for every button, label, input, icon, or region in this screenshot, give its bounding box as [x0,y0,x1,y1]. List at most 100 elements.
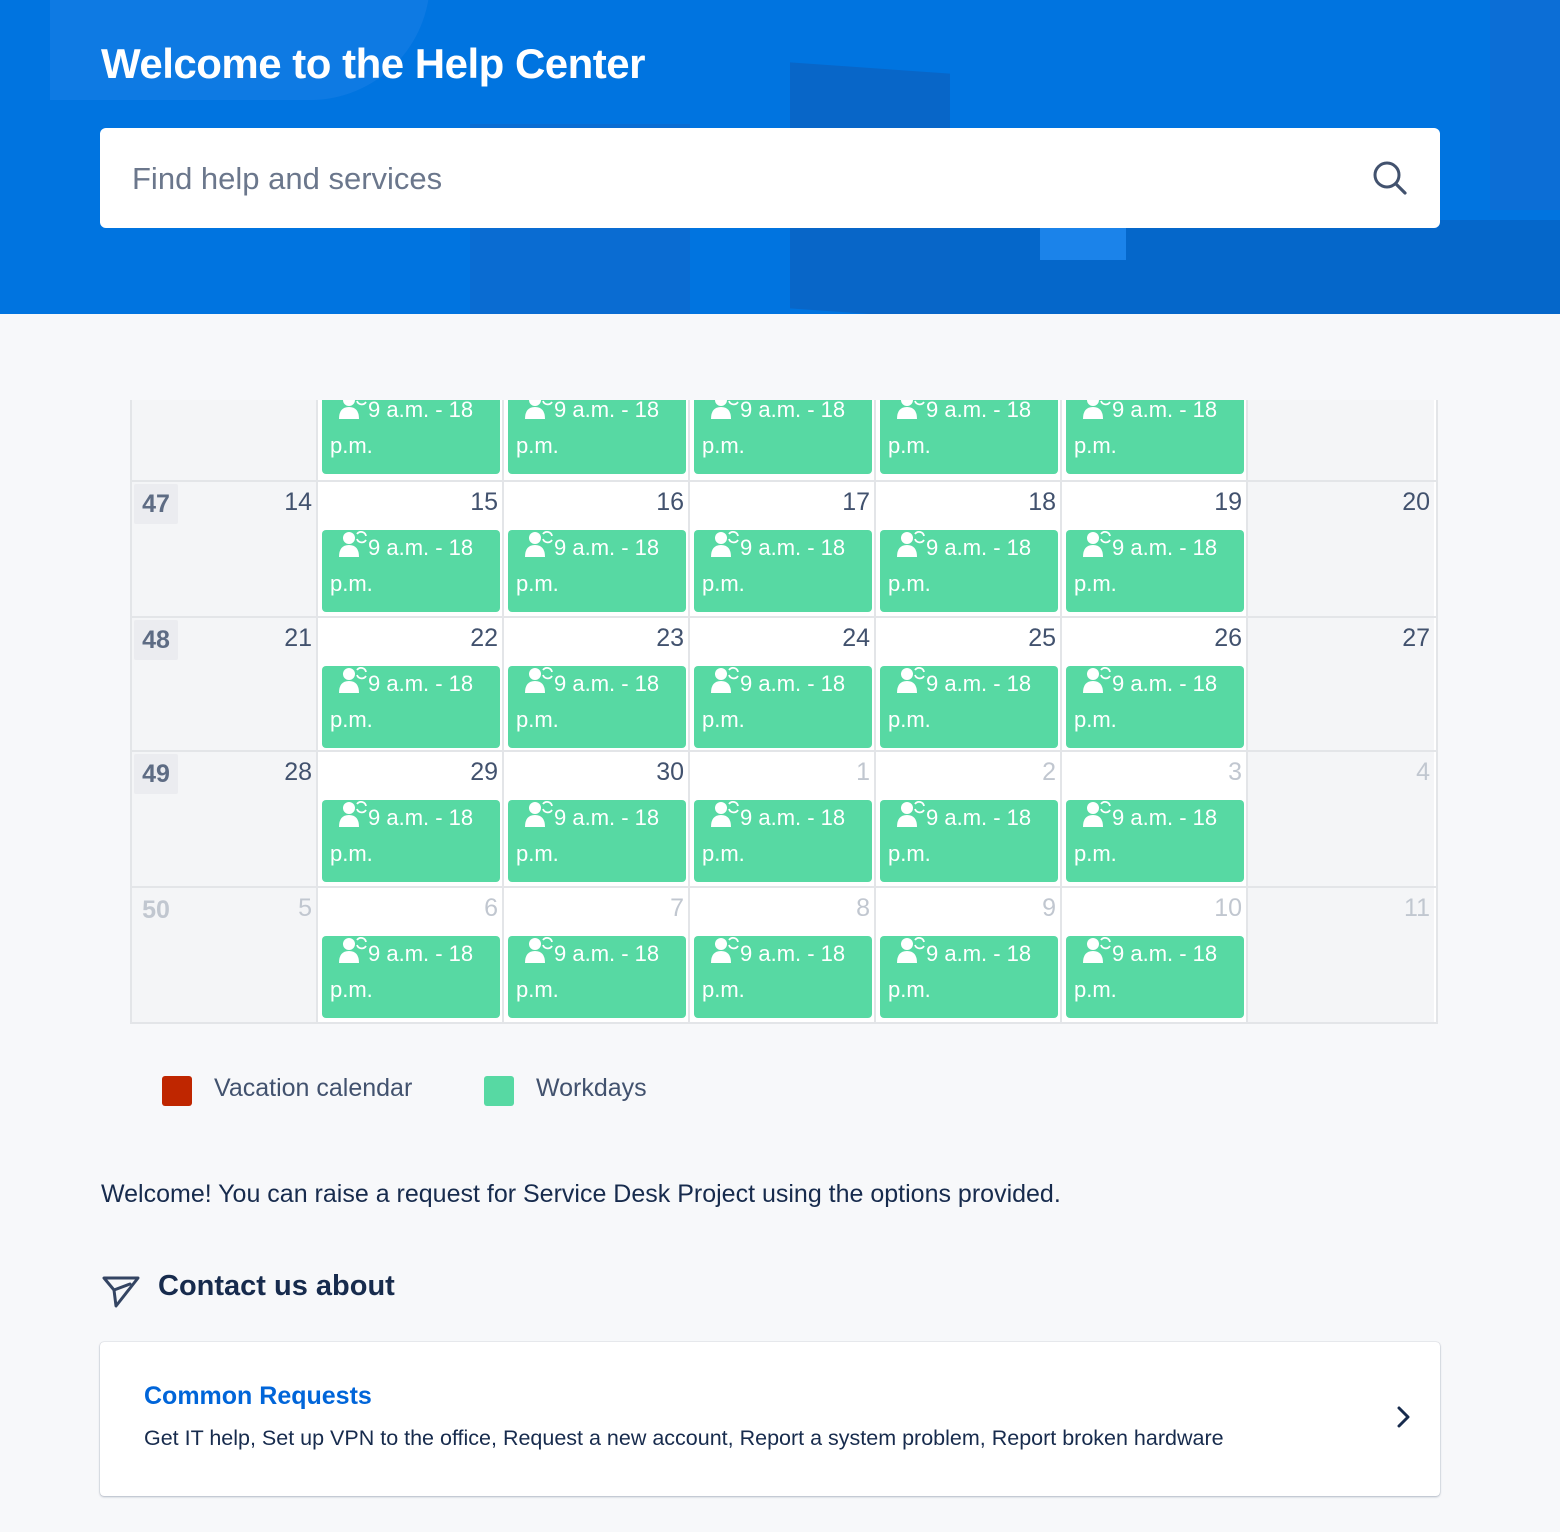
workday-event[interactable]: 9 a.m. - 18 p.m. [508,666,686,748]
search-box[interactable] [100,128,1440,230]
calendar-day-cell[interactable]: 9 a.m. - 18 p.m. [876,400,1062,480]
calendar-day-cell[interactable] [1248,400,1434,480]
calendar-day-cell[interactable]: 15 9 a.m. - 18 p.m. [318,482,504,616]
calendar-day-cell[interactable]: 49 28 [132,752,318,886]
event-time-line1: 9 a.m. - 18 [368,535,474,560]
event-time-line2: p.m. [888,433,931,458]
user-sync-icon [339,801,367,827]
calendar-day-cell[interactable]: 25 9 a.m. - 18 p.m. [876,618,1062,750]
contact-heading-text: Contact us about [158,1270,395,1302]
calendar-day-cell[interactable]: 4 [1248,752,1434,886]
calendar-week-row: 49 28 29 9 a.m. - 18 p.m. 30 9 a.m. - 18 p.m. 1 9… [132,752,1436,888]
user-sync-icon [525,531,553,557]
user-sync-icon [1083,801,1111,827]
workday-event[interactable]: 9 a.m. - 18 p.m. [694,666,872,748]
calendar-day-cell[interactable]: 30 9 a.m. - 18 p.m. [504,752,690,886]
calendar-day-cell[interactable]: 9 a.m. - 18 p.m. [504,400,690,480]
welcome-text: Welcome! You can raise a request for Ser… [101,1180,1061,1208]
chevron-right-icon[interactable] [1392,1402,1416,1432]
workday-event[interactable]: 9 a.m. - 18 p.m. [508,400,686,474]
workday-event[interactable]: 9 a.m. - 18 p.m. [322,936,500,1018]
workday-event[interactable]: 9 a.m. - 18 p.m. [1066,666,1244,748]
calendar-day-cell[interactable]: 50 5 [132,888,318,1022]
calendar-day-cell[interactable]: 3 9 a.m. - 18 p.m. [1062,752,1248,886]
workday-event[interactable]: 9 a.m. - 18 p.m. [322,666,500,748]
calendar-day-cell[interactable]: 1 9 a.m. - 18 p.m. [690,752,876,886]
calendar-day-cell[interactable]: 29 9 a.m. - 18 p.m. [318,752,504,886]
event-time-line2: p.m. [516,977,559,1002]
workday-event[interactable]: 9 a.m. - 18 p.m. [880,400,1058,474]
card-title-link[interactable]: Common Requests [144,1382,372,1411]
calendar-day-cell[interactable]: 6 9 a.m. - 18 p.m. [318,888,504,1022]
event-time-line1: 9 a.m. - 18 [740,400,846,422]
search-input[interactable] [130,128,1334,230]
calendar-day-cell[interactable]: 11 [1248,888,1434,1022]
calendar-day-cell[interactable]: 27 [1248,618,1434,750]
calendar-day-cell[interactable]: 17 9 a.m. - 18 p.m. [690,482,876,616]
calendar-day-cell[interactable]: 23 9 a.m. - 18 p.m. [504,618,690,750]
workday-event[interactable]: 9 a.m. - 18 p.m. [508,530,686,612]
workday-event[interactable]: 9 a.m. - 18 p.m. [508,800,686,882]
event-time-line1: 9 a.m. - 18 [1112,400,1218,422]
workday-event[interactable]: 9 a.m. - 18 p.m. [322,800,500,882]
calendar-day-cell[interactable]: 7 9 a.m. - 18 p.m. [504,888,690,1022]
calendar-day-cell[interactable]: 8 9 a.m. - 18 p.m. [690,888,876,1022]
calendar-day-cell[interactable]: 9 a.m. - 18 p.m. [1062,400,1248,480]
workday-event[interactable]: 9 a.m. - 18 p.m. [322,400,500,474]
calendar-day-cell[interactable]: 9 a.m. - 18 p.m. [690,400,876,480]
calendar-day-cell[interactable]: 19 9 a.m. - 18 p.m. [1062,482,1248,616]
calendar-day-cell[interactable]: 2 9 a.m. - 18 p.m. [876,752,1062,886]
calendar-day-cell[interactable]: 22 9 a.m. - 18 p.m. [318,618,504,750]
search-icon[interactable] [1370,158,1410,198]
calendar-day-cell[interactable]: 48 21 [132,618,318,750]
event-time-line2: p.m. [516,841,559,866]
workday-event[interactable]: 9 a.m. - 18 p.m. [322,530,500,612]
calendar-day-cell[interactable]: 26 9 a.m. - 18 p.m. [1062,618,1248,750]
user-sync-icon [339,400,367,419]
day-number: 8 [856,894,870,922]
calendar-day-cell[interactable]: 16 9 a.m. - 18 p.m. [504,482,690,616]
event-time-line1: 9 a.m. - 18 [1112,535,1218,560]
page-title: Welcome to the Help Center [101,40,646,87]
workday-event[interactable]: 9 a.m. - 18 p.m. [1066,936,1244,1018]
event-time-line1: 9 a.m. - 18 [1112,805,1218,830]
event-time-line2: p.m. [330,571,373,596]
calendar-day-cell[interactable]: 47 14 [132,482,318,616]
workday-event[interactable]: 9 a.m. - 18 p.m. [1066,400,1244,474]
workdays-swatch [484,1076,514,1106]
workday-event[interactable]: 9 a.m. - 18 p.m. [694,530,872,612]
workday-event[interactable]: 9 a.m. - 18 p.m. [508,936,686,1018]
workday-event[interactable]: 9 a.m. - 18 p.m. [880,530,1058,612]
event-time-line2: p.m. [888,977,931,1002]
event-time-line2: p.m. [330,977,373,1002]
event-time-line2: p.m. [888,707,931,732]
event-time-line2: p.m. [1074,841,1117,866]
event-time-line2: p.m. [516,433,559,458]
workday-event[interactable]: 9 a.m. - 18 p.m. [694,800,872,882]
calendar-day-cell[interactable]: 24 9 a.m. - 18 p.m. [690,618,876,750]
day-number: 19 [1214,488,1242,516]
header-banner: Welcome to the Help Center [0,0,1560,314]
day-number: 7 [670,894,684,922]
calendar-day-cell[interactable]: 9 9 a.m. - 18 p.m. [876,888,1062,1022]
calendar-day-cell[interactable]: 9 a.m. - 18 p.m. [318,400,504,480]
week-number: 48 [134,620,178,660]
workday-event[interactable]: 9 a.m. - 18 p.m. [880,936,1058,1018]
calendar-day-cell[interactable]: 20 [1248,482,1434,616]
event-time-line2: p.m. [702,433,745,458]
workday-event[interactable]: 9 a.m. - 18 p.m. [1066,530,1244,612]
day-number: 29 [470,758,498,786]
calendar-day-cell[interactable]: 18 9 a.m. - 18 p.m. [876,482,1062,616]
workday-event[interactable]: 9 a.m. - 18 p.m. [1066,800,1244,882]
vacation-swatch [162,1076,192,1106]
workday-event[interactable]: 9 a.m. - 18 p.m. [880,800,1058,882]
common-requests-card[interactable]: Common Requests Get IT help, Set up VPN … [100,1342,1440,1496]
workday-event[interactable]: 9 a.m. - 18 p.m. [880,666,1058,748]
event-time-line1: 9 a.m. - 18 [740,941,846,966]
user-sync-icon [1083,400,1111,419]
calendar-day-cell[interactable]: 10 9 a.m. - 18 p.m. [1062,888,1248,1022]
workday-event[interactable]: 9 a.m. - 18 p.m. [694,400,872,474]
calendar-day-cell[interactable] [132,400,318,480]
calendar-week-row: 48 21 22 9 a.m. - 18 p.m. 23 9 a.m. - 18 p.m. 24… [132,618,1436,752]
workday-event[interactable]: 9 a.m. - 18 p.m. [694,936,872,1018]
